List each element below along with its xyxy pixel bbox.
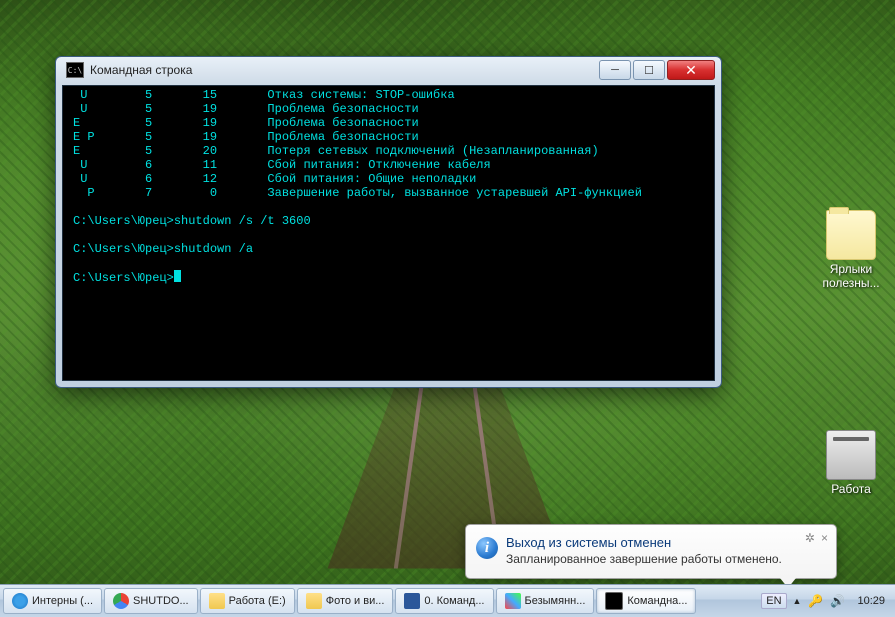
- tray-icon-key[interactable]: 🔑: [807, 593, 823, 609]
- desktop-icon-label: Работа: [813, 482, 889, 496]
- folder-icon: [209, 593, 225, 609]
- tray-expand-icon[interactable]: ▲: [793, 596, 802, 606]
- taskbar-items: Интерны (... SHUTDO... Работа (E:) Фото и в…: [0, 585, 757, 617]
- info-icon: i: [476, 537, 498, 559]
- notification-balloon[interactable]: i ✲ × Выход из системы отменен Запланиро…: [465, 524, 837, 579]
- system-tray[interactable]: EN ▲ 🔑 🔊 10:29: [757, 585, 895, 617]
- titlebar[interactable]: C:\ Командная строка ─ ☐ ✕: [56, 57, 721, 83]
- language-indicator[interactable]: EN: [761, 593, 786, 609]
- drive-icon: [826, 430, 876, 480]
- taskbar-item[interactable]: Фото и ви...: [297, 588, 394, 614]
- folder-icon: [306, 593, 322, 609]
- desktop: Ярлыки полезны... Работа C:\ Командная с…: [0, 0, 895, 617]
- cmd-icon: [605, 592, 623, 610]
- desktop-icon-shortcuts[interactable]: Ярлыки полезны...: [813, 210, 889, 290]
- taskbar-item-label: Командна...: [627, 595, 687, 607]
- cmd-icon: C:\: [66, 62, 84, 78]
- taskbar-item-label: SHUTDO...: [133, 595, 189, 607]
- taskbar-item-label: Интерны (...: [32, 595, 93, 607]
- tray-icon-volume[interactable]: 🔊: [829, 593, 845, 609]
- ie-icon: [12, 593, 28, 609]
- terminal-viewport[interactable]: U 5 15 Отказ системы: STOP-ошибка U 5 19…: [62, 85, 715, 381]
- balloon-close-icon[interactable]: ×: [821, 531, 828, 545]
- minimize-button[interactable]: ─: [599, 60, 631, 80]
- terminal-text: U 5 15 Отказ системы: STOP-ошибка U 5 19…: [63, 86, 714, 287]
- taskbar-item-label: Фото и ви...: [326, 595, 385, 607]
- command-prompt-window[interactable]: C:\ Командная строка ─ ☐ ✕ U 5 15 Отказ …: [55, 56, 722, 388]
- folder-icon: [826, 210, 876, 260]
- taskbar[interactable]: Интерны (... SHUTDO... Работа (E:) Фото и в…: [0, 584, 895, 617]
- maximize-button[interactable]: ☐: [633, 60, 665, 80]
- taskbar-item-label: Безымянн...: [525, 595, 586, 607]
- taskbar-item[interactable]: SHUTDO...: [104, 588, 198, 614]
- taskbar-item-label: Работа (E:): [229, 595, 286, 607]
- desktop-icon-label: Ярлыки полезны...: [813, 262, 889, 290]
- taskbar-item[interactable]: Безымянн...: [496, 588, 595, 614]
- balloon-options-icon[interactable]: ✲: [805, 531, 815, 545]
- taskbar-item[interactable]: Интерны (...: [3, 588, 102, 614]
- word-icon: [404, 593, 420, 609]
- balloon-title: Выход из системы отменен: [506, 535, 824, 550]
- balloon-body: Запланированное завершение работы отмене…: [506, 552, 824, 566]
- taskbar-clock[interactable]: 10:29: [851, 595, 891, 607]
- window-title: Командная строка: [90, 63, 599, 77]
- close-button[interactable]: ✕: [667, 60, 715, 80]
- desktop-icon-work-drive[interactable]: Работа: [813, 430, 889, 496]
- chrome-icon: [113, 593, 129, 609]
- paint-icon: [505, 593, 521, 609]
- taskbar-item[interactable]: Командна...: [596, 588, 696, 614]
- taskbar-item-label: 0. Команд...: [424, 595, 484, 607]
- taskbar-item[interactable]: 0. Команд...: [395, 588, 493, 614]
- taskbar-item[interactable]: Работа (E:): [200, 588, 295, 614]
